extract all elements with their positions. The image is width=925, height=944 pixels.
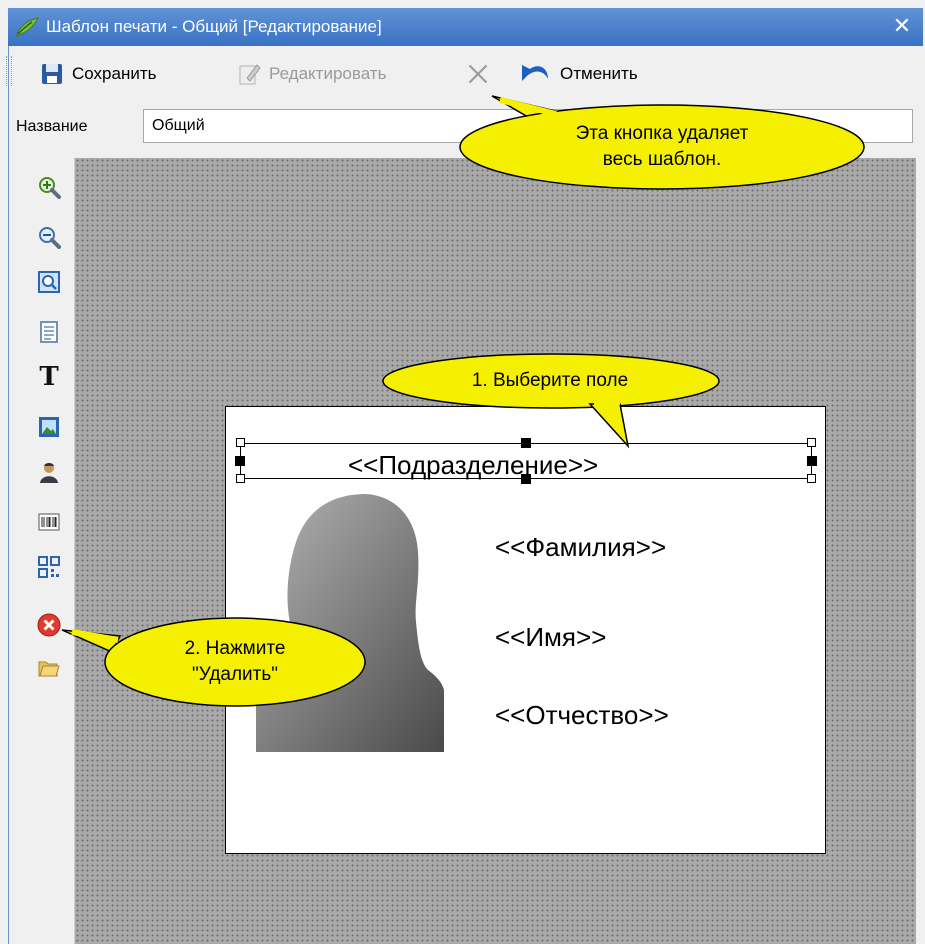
callout-press-delete-text: 2. Нажмите "Удалить" [130,636,340,688]
callout-select-field-text: 1. Выберите поле [471,370,629,391]
callout-delete-template-text: Эта кнопка удаляет весь шаблон. [480,121,844,173]
callout-press-delete-line2: "Удалить" [191,664,279,685]
callout-delete-template-line2: весь шаблон. [602,149,722,170]
callout-delete-template-line1: Эта кнопка удаляет [575,123,749,144]
callout-press-delete-line1: 2. Нажмите [184,638,286,659]
